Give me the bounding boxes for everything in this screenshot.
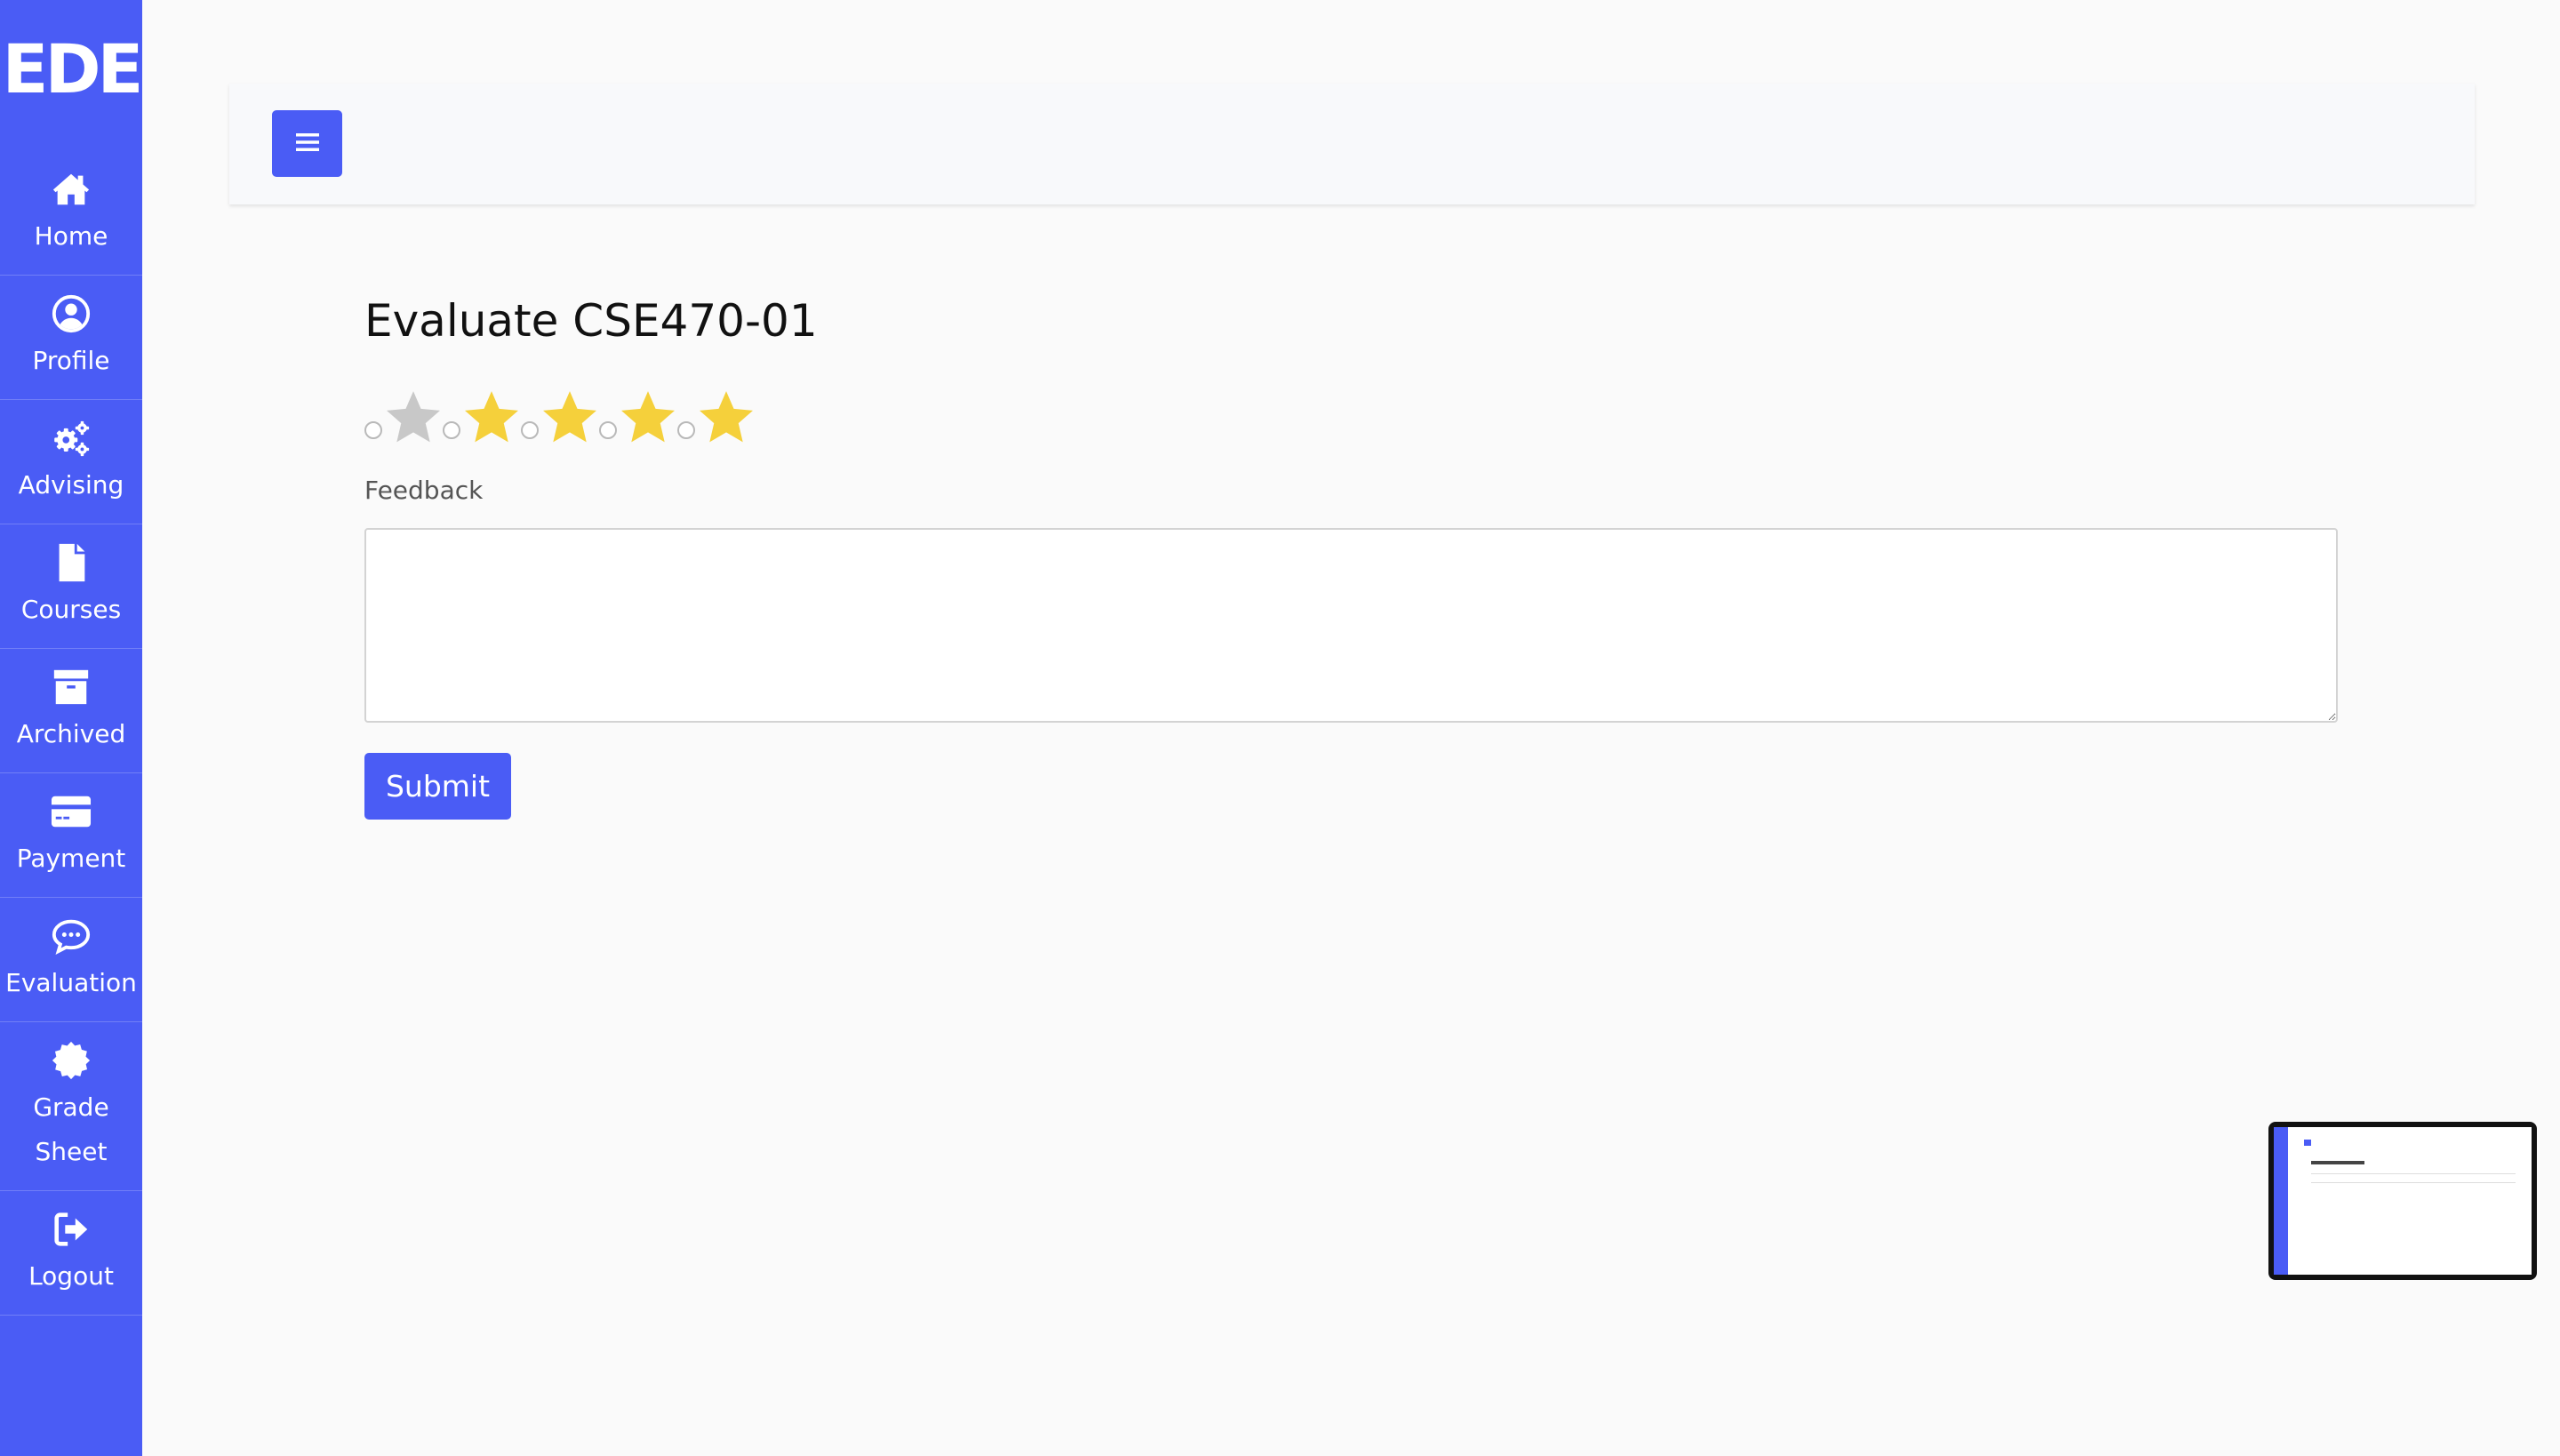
sidebar-item-evaluation[interactable]: Evaluation — [0, 898, 142, 1022]
sidebar-item-label: Home — [34, 220, 108, 251]
star-radio[interactable] — [521, 421, 539, 439]
credit-card-icon — [50, 790, 92, 833]
sidebar-nav: Home Profile Advising Courses Archived P… — [0, 151, 142, 1316]
certificate-icon — [50, 1039, 92, 1082]
sidebar-item-label: Logout — [28, 1260, 114, 1291]
feedback-label: Feedback — [364, 476, 484, 505]
star-icon — [465, 391, 518, 443]
preview-row — [2311, 1173, 2516, 1174]
sidebar-item-label: Grade Sheet — [33, 1092, 109, 1166]
preview-menu-button — [2304, 1140, 2311, 1146]
preview-screen — [2274, 1127, 2532, 1275]
star-radio[interactable] — [677, 421, 695, 439]
sidebar-item-payment[interactable]: Payment — [0, 773, 142, 898]
sidebar-item-archived[interactable]: Archived — [0, 649, 142, 773]
star-radio[interactable] — [364, 421, 382, 439]
sidebar-item-logout[interactable]: Logout — [0, 1191, 142, 1316]
page-title: Evaluate CSE470-01 — [364, 295, 818, 347]
archive-box-icon — [50, 666, 92, 708]
user-circle-icon — [50, 292, 92, 335]
sidebar-item-label: Courses — [20, 594, 122, 624]
top-bar — [229, 84, 2475, 204]
sidebar-item-advising[interactable]: Advising — [0, 400, 142, 524]
sidebar-item-label: Evaluation — [5, 967, 137, 997]
star-option-4[interactable] — [597, 384, 677, 455]
star-icon — [543, 391, 596, 443]
app-logo: EDE — [2, 29, 144, 108]
gears-icon — [50, 417, 92, 460]
sidebar-item-label: Profile — [32, 345, 110, 375]
preview-sidebar — [2274, 1127, 2288, 1275]
star-option-2[interactable] — [441, 384, 521, 455]
star-icon — [387, 391, 440, 443]
home-icon — [50, 168, 92, 211]
sidebar-item-home[interactable]: Home — [0, 151, 142, 276]
file-icon — [50, 541, 92, 584]
sidebar-item-profile[interactable]: Profile — [0, 276, 142, 400]
sidebar-item-label: Payment — [16, 843, 126, 873]
preview-row — [2311, 1182, 2516, 1183]
star-icon — [700, 391, 753, 443]
submit-button[interactable]: Submit — [364, 753, 511, 820]
feedback-input[interactable] — [364, 528, 2338, 723]
menu-toggle-button[interactable] — [272, 110, 342, 177]
sidebar-item-grade-sheet[interactable]: Grade Sheet — [0, 1022, 142, 1191]
preview-title — [2311, 1161, 2364, 1164]
star-option-5[interactable] — [676, 384, 756, 455]
sidebar: EDE Home Profile Advising Courses Archiv… — [0, 0, 144, 1456]
star-radio[interactable] — [599, 421, 617, 439]
sidebar-item-courses[interactable]: Courses — [0, 524, 142, 649]
logout-icon — [50, 1208, 92, 1251]
star-radio[interactable] — [443, 421, 460, 439]
chat-bubble-icon — [50, 915, 92, 957]
star-option-1[interactable] — [363, 384, 443, 455]
star-icon — [621, 391, 675, 443]
sidebar-item-label: Advising — [18, 469, 124, 500]
star-option-3[interactable] — [519, 384, 599, 455]
sidebar-item-label: Archived — [16, 718, 126, 748]
hamburger-icon — [294, 131, 321, 157]
screen-preview-thumbnail — [2268, 1122, 2537, 1280]
